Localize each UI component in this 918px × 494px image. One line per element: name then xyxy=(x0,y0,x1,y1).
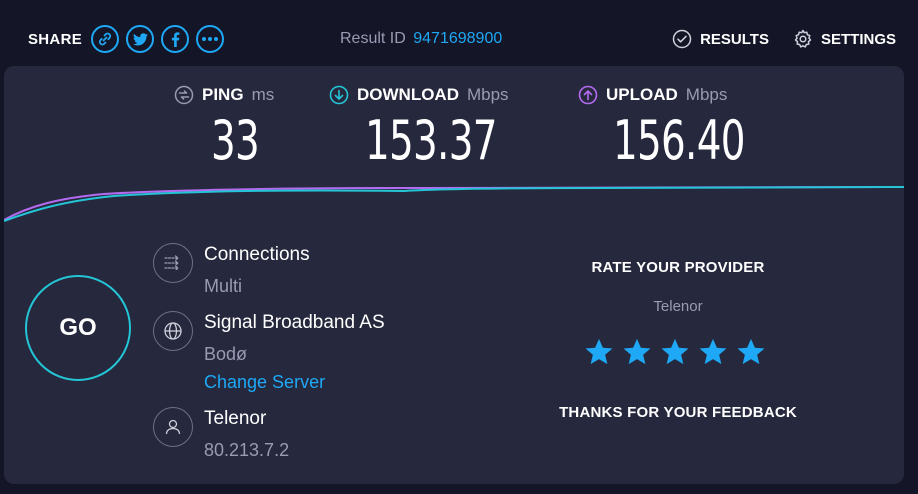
rate-provider-title: RATE YOUR PROVIDER xyxy=(591,259,765,276)
speed-graph xyxy=(4,186,904,222)
top-bar: SHARE Result ID 9471698900 RESULTS SETTI… xyxy=(0,0,918,66)
ping-icon xyxy=(174,85,194,105)
results-button[interactable]: RESULTS xyxy=(672,29,769,49)
upload-metric: UPLOAD Mbps 156.40 xyxy=(578,84,796,172)
results-label: RESULTS xyxy=(700,30,769,48)
user-icon xyxy=(153,407,193,447)
download-label: DOWNLOAD xyxy=(357,85,459,104)
share-label: SHARE xyxy=(28,30,83,48)
link-icon[interactable] xyxy=(91,25,120,53)
upload-icon xyxy=(578,85,598,105)
provider-ip: 80.213.7.2 xyxy=(204,440,290,460)
connections-value: Multi xyxy=(204,276,243,296)
star-icon-4[interactable] xyxy=(698,337,728,367)
upload-label: UPLOAD xyxy=(606,85,678,104)
settings-label: SETTINGS xyxy=(820,30,896,48)
server-location: Bodø xyxy=(204,344,248,364)
upload-unit: Mbps xyxy=(685,85,728,104)
star-icon-1[interactable] xyxy=(584,337,614,367)
star-rating xyxy=(584,337,766,367)
star-icon-3[interactable] xyxy=(660,337,690,367)
ping-unit: ms xyxy=(251,85,275,104)
connections-icon xyxy=(153,243,193,283)
result-id-label: Result ID xyxy=(340,30,406,47)
gear-icon xyxy=(794,29,812,48)
check-circle-icon xyxy=(672,29,692,49)
top-right-nav: RESULTS SETTINGS xyxy=(672,29,896,49)
server-title: Signal Broadband AS xyxy=(204,312,385,333)
twitter-icon[interactable] xyxy=(126,25,155,53)
share-group: SHARE xyxy=(28,24,225,54)
facebook-icon[interactable] xyxy=(161,25,190,53)
provider-title: Telenor xyxy=(204,408,267,429)
upload-graph-line xyxy=(4,186,904,221)
download-value: 153.37 xyxy=(365,109,497,172)
go-button[interactable]: GO xyxy=(25,275,131,381)
star-icon-2[interactable] xyxy=(622,337,652,367)
rate-provider-name: Telenor xyxy=(653,298,703,315)
settings-button[interactable]: SETTINGS xyxy=(793,29,896,49)
result-id-link[interactable]: 9471698900 xyxy=(413,30,502,47)
results-panel: PING ms 33 DOWNLOAD Mbps 153.37 UPLOAD M… xyxy=(4,66,904,484)
more-icon[interactable] xyxy=(196,25,225,53)
feedback-thanks: THANKS FOR YOUR FEEDBACK xyxy=(559,404,797,421)
download-unit: Mbps xyxy=(466,85,509,104)
upload-value: 156.40 xyxy=(613,109,745,172)
download-icon xyxy=(329,85,349,105)
change-server-link[interactable]: Change Server xyxy=(204,372,325,393)
result-id: Result ID 9471698900 xyxy=(340,30,502,48)
globe-icon xyxy=(153,311,193,351)
ping-metric: PING ms 33 xyxy=(174,84,278,172)
download-metric: DOWNLOAD Mbps 153.37 xyxy=(329,84,548,172)
ping-value: 33 xyxy=(211,109,260,172)
ping-label: PING xyxy=(202,85,244,104)
star-icon-5[interactable] xyxy=(736,337,766,367)
connections-title: Connections xyxy=(204,244,310,265)
